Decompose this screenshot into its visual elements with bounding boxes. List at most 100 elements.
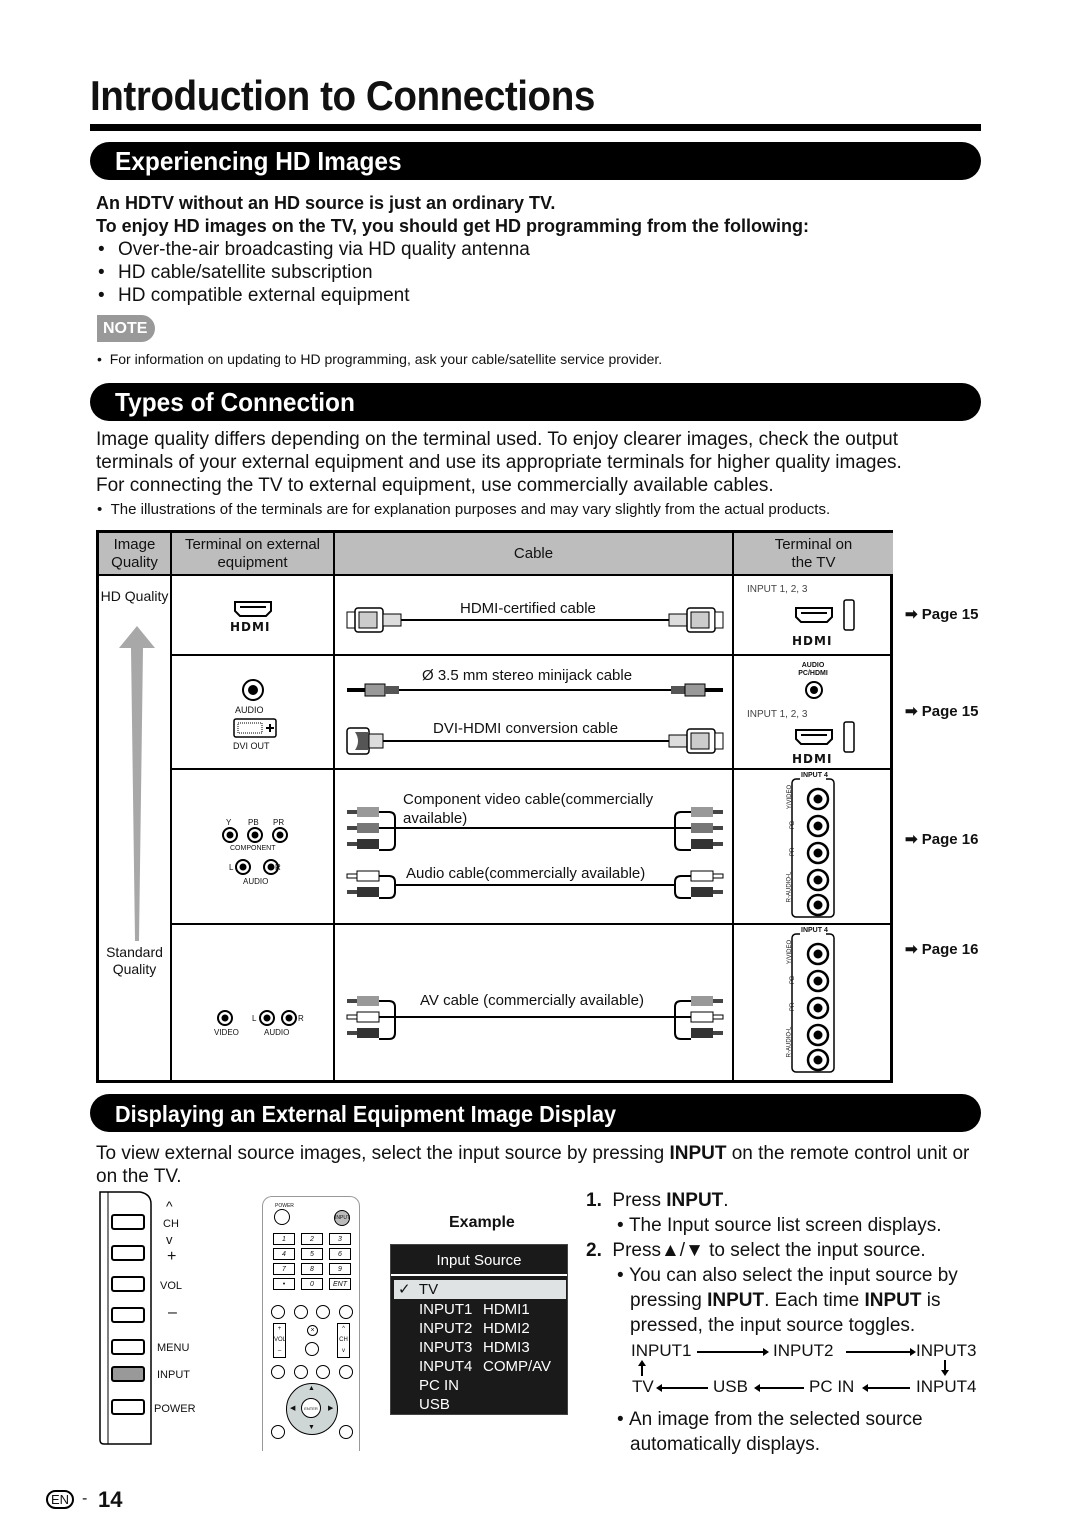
dpad-up-icon[interactable]: ▲ xyxy=(308,1385,315,1392)
audio-lr-jacks-icon xyxy=(259,1010,297,1026)
input-source-item[interactable]: INPUT4 COMP/AV xyxy=(419,1358,551,1375)
remote-power-button[interactable] xyxy=(274,1209,290,1225)
remote-exit-button[interactable] xyxy=(271,1425,285,1439)
remote-fn-row-2 xyxy=(271,1365,353,1379)
remote-menu-button[interactable] xyxy=(338,1365,353,1379)
types-note: • The illustrations of the terminals are… xyxy=(97,501,831,518)
arrow-left-icon xyxy=(862,1384,910,1392)
step-2: 2. Press▲/▼ to select the input source. xyxy=(586,1240,926,1261)
remote-key[interactable]: 4 xyxy=(273,1248,295,1260)
page-ref-link[interactable]: ➡ Page 16 xyxy=(905,830,978,848)
input-source-name: USB xyxy=(419,1396,450,1413)
header-terminal-external: Terminal on external equipment xyxy=(172,533,335,576)
input4-label: INPUT 4 xyxy=(801,772,828,779)
remote-enter-button[interactable]: ENTER xyxy=(301,1398,321,1418)
audio-cable-icon xyxy=(346,870,724,899)
y-video-label: Y/VIDEO xyxy=(787,939,794,965)
remote-audio-button[interactable] xyxy=(316,1305,331,1319)
row1-tv-terminal: INPUT 1, 2, 3 HDMI xyxy=(734,576,893,656)
dpad-down-icon[interactable]: ▼ xyxy=(308,1424,315,1431)
ch-down-icon[interactable]: v xyxy=(166,1232,173,1247)
remote-key[interactable]: 7 xyxy=(273,1263,295,1275)
audio-pc-hdmi-label: AUDIO PC/HDMI xyxy=(798,662,828,677)
remote-key[interactable]: 6 xyxy=(329,1248,351,1260)
remote-key[interactable]: ENT xyxy=(329,1278,351,1290)
remote-input-button[interactable]: INPUT xyxy=(334,1210,350,1226)
remote-key[interactable]: 8 xyxy=(301,1263,323,1275)
hd-note: • For information on updating to HD prog… xyxy=(97,351,663,367)
step-2-sub-cont: pressed, the input source toggles. xyxy=(630,1315,916,1336)
input-source-menu: Input Source ✓ TV INPUT1 HDMI1 INPUT2 HDMI2… xyxy=(390,1244,568,1415)
remote-key[interactable]: 3 xyxy=(329,1233,351,1245)
input-source-type: COMP/AV xyxy=(483,1358,552,1375)
arrow-right-icon xyxy=(697,1348,769,1356)
remote-freeze-button[interactable] xyxy=(293,1305,308,1319)
input-source-type: HDMI2 xyxy=(483,1320,530,1337)
header-terminal-tv: Terminal on the TV xyxy=(734,533,893,576)
vol-down-icon[interactable]: – xyxy=(168,1304,177,1322)
panel-menu-label[interactable]: MENU xyxy=(157,1342,189,1354)
hd-bullet: • Over-the-air broadcasting via HD qualit… xyxy=(98,239,530,260)
page-ref-link[interactable]: ➡ Page 16 xyxy=(905,940,978,958)
input-source-name: PC IN xyxy=(419,1377,460,1394)
panel-power-label[interactable]: POWER xyxy=(154,1403,196,1415)
remote-display-button[interactable] xyxy=(271,1305,285,1319)
input-source-type: HDMI3 xyxy=(483,1339,530,1356)
remote-key[interactable]: 9 xyxy=(329,1263,351,1275)
header-cable: Cable xyxy=(335,533,734,576)
audio-jack-icon xyxy=(805,681,823,699)
language-badge: EN xyxy=(46,1490,74,1509)
input-source-title: Input Source xyxy=(391,1245,567,1276)
row3-ext-terminal: Y PB PR COMPONENT L R AUDIO xyxy=(172,770,335,925)
vol-up-icon[interactable]: + xyxy=(167,1248,176,1266)
arrow-right-icon: ➡ xyxy=(905,941,922,958)
input-source-selected[interactable]: ✓ TV xyxy=(394,1280,566,1299)
section-heading-types: Types of Connection xyxy=(90,383,981,421)
cycle-pc-in: PC IN xyxy=(809,1377,855,1396)
component-cable-icon xyxy=(347,807,723,851)
remote-key[interactable]: • xyxy=(273,1278,295,1290)
remote-dpad[interactable]: ENTER ▲ ▼ ◀ ▶ xyxy=(286,1383,338,1435)
remote-flashback-button[interactable] xyxy=(338,1305,353,1319)
l-label: L xyxy=(252,1014,257,1023)
hdmi-logo: HDMI xyxy=(792,752,833,766)
remote-key[interactable]: 5 xyxy=(301,1248,323,1260)
remote-key[interactable]: 1 xyxy=(273,1233,295,1245)
hdmi-cable-icon xyxy=(346,607,724,633)
remote-mute-button[interactable]: × xyxy=(307,1325,318,1336)
page-number: 14 xyxy=(98,1487,123,1512)
input-source-item[interactable]: INPUT1 HDMI1 xyxy=(419,1301,530,1318)
remote-ch-rocker[interactable]: ^ CH v xyxy=(337,1323,350,1358)
remote-key[interactable]: 2 xyxy=(301,1233,323,1245)
dpad-right-icon[interactable]: ▶ xyxy=(328,1404,333,1412)
input-source-name: INPUT1 xyxy=(419,1301,473,1318)
input-source-item[interactable]: USB xyxy=(419,1396,483,1413)
input-source-item[interactable]: INPUT3 HDMI3 xyxy=(419,1339,530,1356)
remote-surround-button[interactable] xyxy=(305,1342,319,1356)
header-image-quality: Image Quality xyxy=(99,533,172,576)
input-source-item[interactable]: PC IN xyxy=(419,1377,483,1394)
tv-input-label: INPUT 1, 2, 3 xyxy=(747,584,808,595)
panel-input-label[interactable]: INPUT xyxy=(157,1369,190,1381)
ch-up-icon[interactable]: ^ xyxy=(166,1198,173,1214)
page-ref-link[interactable]: ➡ Page 15 xyxy=(905,702,978,720)
remote-usb-button[interactable] xyxy=(293,1365,308,1379)
cycle-input2: INPUT2 xyxy=(773,1341,834,1360)
pb-label: PB xyxy=(790,975,797,985)
page-ref-link[interactable]: ➡ Page 15 xyxy=(905,605,978,623)
y-video-label: Y/VIDEO xyxy=(787,784,794,810)
final-note: • An image from the selected source xyxy=(617,1409,923,1430)
dpad-left-icon[interactable]: ◀ xyxy=(290,1404,295,1412)
remote-tv-button[interactable] xyxy=(271,1365,285,1379)
step-2-sub-cont: pressing INPUT. Each time INPUT is xyxy=(630,1290,941,1311)
cycle-input3: INPUT3 xyxy=(916,1341,977,1360)
remote-pc-button[interactable] xyxy=(316,1365,331,1379)
remote-return-button[interactable] xyxy=(339,1425,353,1439)
remote-control: POWER INPUT 1 2 3 4 5 6 7 8 9 • 0 ENT + VOL – × ^ CH v … xyxy=(262,1196,360,1451)
input-source-item[interactable]: INPUT2 HDMI2 xyxy=(419,1320,530,1337)
section-heading-display: Displaying an External Equipment Image D… xyxy=(90,1094,981,1132)
remote-vol-rocker[interactable]: + VOL – xyxy=(273,1323,286,1358)
remote-key[interactable]: 0 xyxy=(301,1278,323,1290)
cycle-input4: INPUT4 xyxy=(916,1377,977,1396)
note-badge: NOTE xyxy=(97,315,155,342)
